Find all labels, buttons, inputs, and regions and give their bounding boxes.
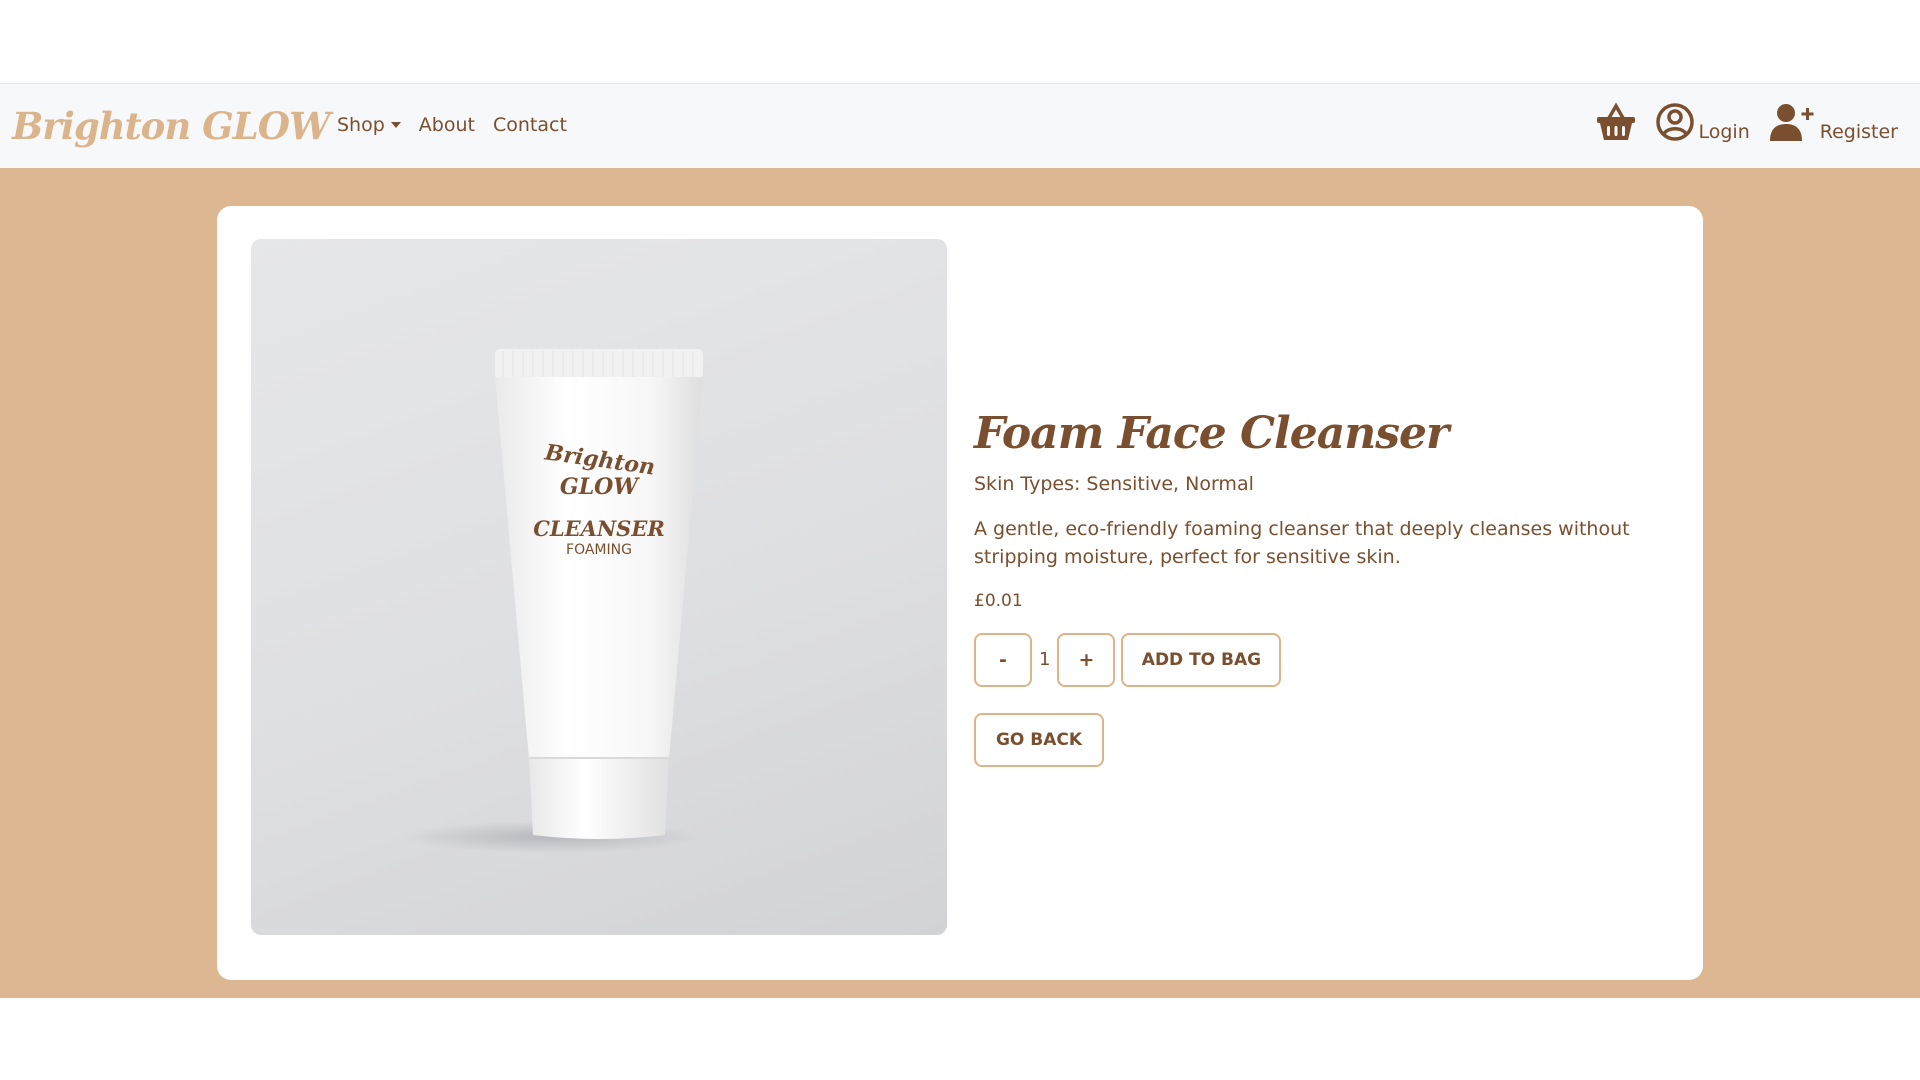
tube-brand-line2: GLOW bbox=[560, 474, 640, 500]
product-price: £0.01 bbox=[974, 590, 1023, 611]
basket-icon bbox=[1595, 102, 1637, 147]
user-plus-icon bbox=[1768, 102, 1816, 147]
product-info: Foam Face Cleanser Skin Types: Sensitive… bbox=[974, 408, 1664, 767]
quantity-row: - 1 + ADD TO BAG bbox=[974, 632, 1664, 687]
product-image: Brighton GLOW CLEANSER FOAMING bbox=[251, 239, 947, 935]
register-link[interactable]: Register bbox=[1768, 102, 1898, 147]
skin-types: Skin Types: Sensitive, Normal bbox=[974, 472, 1254, 495]
nav-shop-label: Shop bbox=[337, 114, 385, 136]
increment-button[interactable]: + bbox=[1057, 632, 1116, 687]
quantity-value[interactable]: 1 bbox=[1038, 649, 1051, 670]
register-label: Register bbox=[1819, 121, 1898, 143]
brand-logo[interactable]: Brighton GLOW bbox=[12, 104, 331, 148]
nav-about-link[interactable]: About bbox=[419, 114, 475, 136]
product-title: Foam Face Cleanser bbox=[974, 408, 1449, 459]
login-link[interactable]: Login bbox=[1655, 102, 1750, 147]
login-label: Login bbox=[1698, 121, 1750, 143]
user-circle-icon bbox=[1655, 102, 1695, 147]
product-description: A gentle, eco-friendly foaming cleanser … bbox=[974, 517, 1630, 568]
decrement-button[interactable]: - bbox=[974, 632, 1032, 687]
nav-links: Shop About Contact bbox=[337, 114, 567, 136]
tube-product-line1: CLEANSER bbox=[533, 516, 665, 541]
caret-down-icon bbox=[390, 122, 401, 128]
go-back-button[interactable]: GO BACK bbox=[974, 712, 1104, 767]
navbar: Brighton GLOW Shop About Contact Login R… bbox=[0, 83, 1920, 168]
product-card: Brighton GLOW CLEANSER FOAMING Foam Face… bbox=[217, 206, 1703, 980]
nav-right: Login Register bbox=[1595, 102, 1898, 147]
add-to-bag-button[interactable]: ADD TO BAG bbox=[1121, 632, 1282, 687]
cart-button[interactable] bbox=[1595, 102, 1637, 147]
tube-product-line2: FOAMING bbox=[566, 542, 632, 558]
nav-shop-dropdown[interactable]: Shop bbox=[337, 114, 401, 136]
nav-contact-link[interactable]: Contact bbox=[493, 114, 567, 136]
